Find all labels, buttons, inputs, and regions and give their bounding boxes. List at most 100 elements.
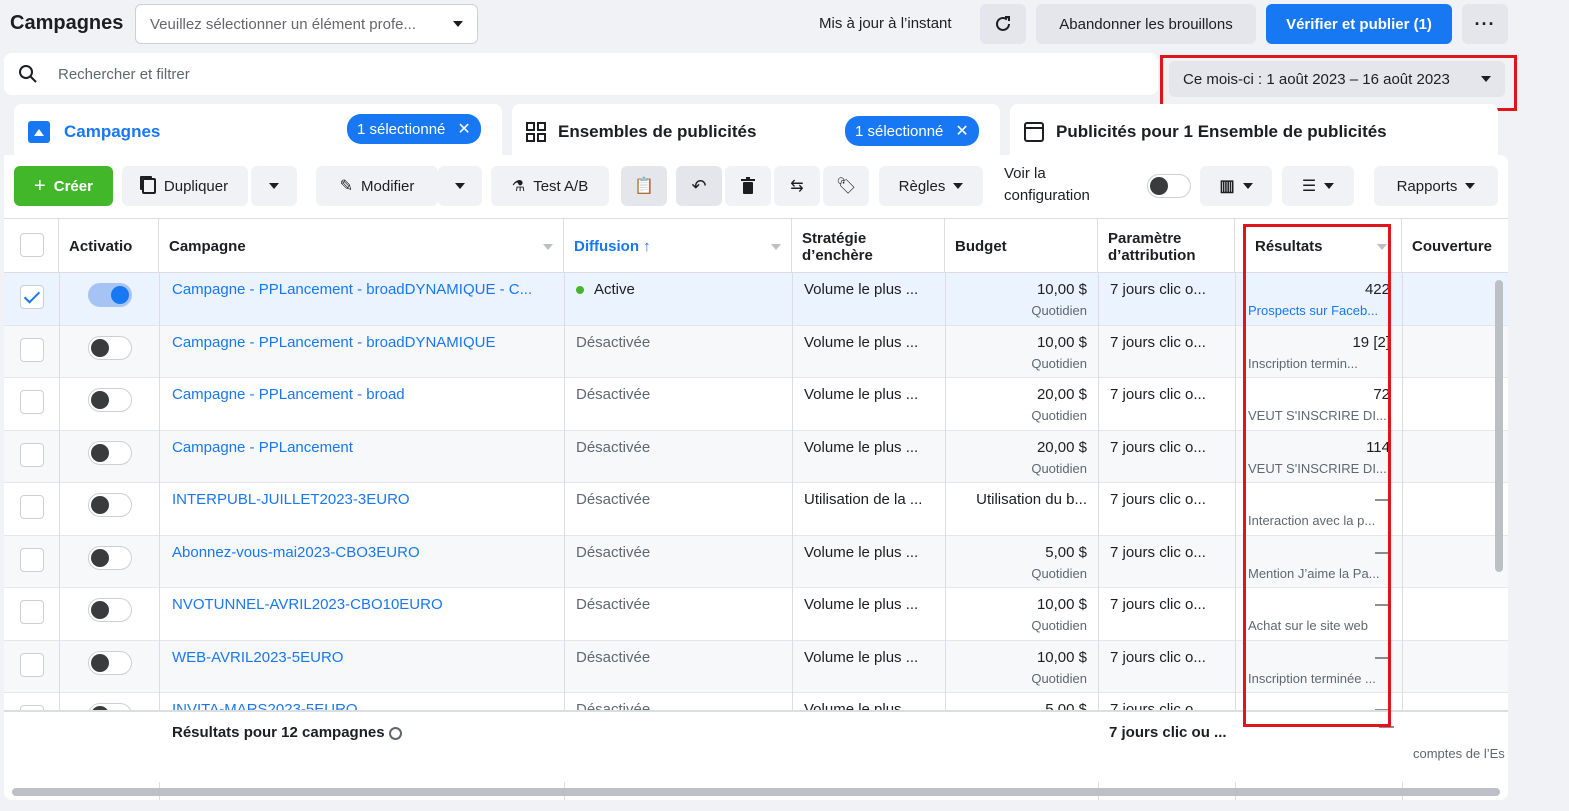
tab-ads[interactable]: Publicités pour 1 Ensemble de publicités <box>1010 104 1498 160</box>
table-row[interactable]: Campagne - PPLancement Désactivée Volume l… <box>4 430 1508 483</box>
campaign-folder-icon <box>28 121 50 143</box>
exchange-icon: ⇆ <box>790 178 804 195</box>
select-all-checkbox[interactable] <box>20 233 44 257</box>
header-results[interactable]: Résultats <box>1235 219 1402 274</box>
close-icon[interactable]: ✕ <box>955 121 968 141</box>
table-row[interactable]: INTERPUBL-JUILLET2023-3EURO Désactivée Uti… <box>4 483 1508 536</box>
date-range-picker[interactable]: Ce mois-ci : 1 août 2023 – 16 août 2023 <box>1169 61 1505 97</box>
budget-value: 20,00 $ <box>1036 438 1087 456</box>
more-options-button[interactable]: ··· <box>1462 4 1508 44</box>
table-row[interactable]: WEB-AVRIL2023-5EURO Désactivée Volume le p… <box>4 640 1508 693</box>
close-icon[interactable]: ✕ <box>457 119 470 139</box>
activation-toggle[interactable] <box>88 545 132 570</box>
result-type: Interaction avec la p... <box>1248 513 1376 528</box>
bid-strategy: Volume le plus ... <box>804 648 919 666</box>
row-checkbox[interactable] <box>20 547 44 572</box>
table-row[interactable]: Abonnez-vous-mai2023-CBO3EURO Désactivée V… <box>4 535 1508 588</box>
tab-campaigns-label: Campagnes <box>64 122 161 141</box>
duplicate-button[interactable]: Dupliquer <box>122 166 248 206</box>
summary-label: Résultats pour 12 campagnes <box>172 724 402 741</box>
row-checkbox[interactable] <box>20 285 44 309</box>
undo-button[interactable]: ↶ <box>676 166 722 206</box>
row-checkbox[interactable] <box>20 652 44 677</box>
chevron-down-icon <box>1242 183 1253 189</box>
budget-period: Quotidien <box>1031 618 1087 633</box>
header-bid-strategy[interactable]: Stratégie d’enchère <box>792 219 945 274</box>
refresh-button[interactable] <box>980 4 1026 44</box>
campaign-name-link[interactable]: Campagne - PPLancement - broad <box>162 378 562 430</box>
header-campaign[interactable]: Campagne <box>159 219 564 274</box>
export-button[interactable]: ⇆ <box>774 166 820 206</box>
results-cell: — Mention J’aime la Pa... <box>1238 536 1398 588</box>
horizontal-scrollbar[interactable] <box>12 788 1500 796</box>
header-bid-line1: Stratégie <box>802 229 867 247</box>
campaign-name-link[interactable]: Campagne - PPLancement <box>162 431 562 483</box>
rules-button[interactable]: Règles <box>879 166 983 206</box>
delivery-status: Désactivée <box>566 431 791 483</box>
table-row[interactable]: Campagne - PPLancement - broad Désactivée… <box>4 378 1508 431</box>
discard-drafts-button[interactable]: Abandonner les brouillons <box>1036 4 1256 44</box>
campaign-name-link[interactable]: WEB-AVRIL2023-5EURO <box>162 641 562 693</box>
header-attr-line2: d’attribution <box>1108 246 1196 264</box>
vertical-scrollbar[interactable] <box>1495 280 1503 572</box>
header-bid-line2: d’enchère <box>802 246 873 264</box>
budget-value: 10,00 $ <box>1036 281 1087 298</box>
selection-pill[interactable]: 1 sélectionné ✕ <box>845 116 979 146</box>
row-checkbox[interactable] <box>20 390 44 414</box>
tab-campaigns[interactable]: Campagnes 1 sélectionné ✕ <box>14 104 502 160</box>
row-checkbox[interactable] <box>20 495 44 519</box>
campaign-name-link[interactable]: NVOTUNNEL-AVRIL2023-CBO10EURO <box>162 588 562 640</box>
row-checkbox[interactable] <box>20 442 44 467</box>
budget-value: Utilisation du b... <box>976 491 1087 508</box>
activation-toggle[interactable] <box>88 283 132 307</box>
header-delivery[interactable]: Diffusion ↑ <box>564 219 792 274</box>
duplicate-menu-button[interactable] <box>251 166 297 206</box>
activation-toggle[interactable] <box>88 493 132 517</box>
header-budget[interactable]: Budget <box>945 219 1098 274</box>
budget-cell: 10,00 $ Quotidien <box>947 588 1097 640</box>
columns-button[interactable]: ▥ <box>1200 166 1272 206</box>
tab-ad-sets[interactable]: Ensembles de publicités 1 sélectionné ✕ <box>512 104 1000 160</box>
delete-button[interactable] <box>725 166 771 206</box>
tag-button[interactable]: 🏷 <box>823 166 869 206</box>
row-checkbox[interactable] <box>20 337 44 362</box>
search-input[interactable]: Rechercher et filtrer <box>58 66 190 83</box>
header-attribution[interactable]: Paramètre d’attribution <box>1098 219 1235 274</box>
table-row[interactable]: Campagne - PPLancement - broadDYNAMIQUE D… <box>4 325 1508 378</box>
results-cell: — Achat sur le site web <box>1238 588 1398 640</box>
table-row[interactable]: NVOTUNNEL-AVRIL2023-CBO10EURO Désactivée V… <box>4 588 1508 641</box>
page-title: Campagnes <box>10 12 124 34</box>
ad-icon <box>1024 122 1044 142</box>
activation-toggle[interactable] <box>88 650 132 675</box>
edit-menu-button[interactable] <box>438 166 482 206</box>
budget-cell: 20,00 $ Quotidien <box>947 378 1097 430</box>
campaign-name-link[interactable]: Campagne - PPLancement - broadDYNAMIQUE <box>162 326 562 378</box>
view-setup-toggle[interactable] <box>1147 174 1191 198</box>
delivery-status: Désactivée <box>566 483 791 535</box>
account-select[interactable]: Veuillez sélectionner un élément profe..… <box>135 4 478 44</box>
reports-button[interactable]: Rapports <box>1374 166 1498 206</box>
campaign-name-link[interactable]: INTERPUBL-JUILLET2023-3EURO <box>162 483 562 535</box>
activation-toggle[interactable] <box>88 388 132 412</box>
info-icon[interactable] <box>388 726 402 740</box>
undo-icon: ↶ <box>691 175 707 196</box>
clipboard-button[interactable]: 📋 <box>621 166 667 206</box>
edit-button[interactable]: ✎ Modifier <box>316 166 438 206</box>
activation-toggle[interactable] <box>88 440 132 465</box>
ab-test-button[interactable]: ⚗ Test A/B <box>491 166 609 206</box>
review-publish-button[interactable]: Vérifier et publier (1) <box>1266 4 1452 44</box>
selection-pill[interactable]: 1 sélectionné ✕ <box>347 114 481 144</box>
create-button[interactable]: + Créer <box>14 166 113 206</box>
header-activation[interactable]: Activatio <box>59 219 159 274</box>
campaign-name-link[interactable]: Abonnez-vous-mai2023-CBO3EURO <box>162 536 562 588</box>
breakdown-button[interactable]: ☰ <box>1282 166 1354 206</box>
activation-toggle[interactable] <box>88 335 132 360</box>
search-filter-bar[interactable]: Rechercher et filtrer <box>4 53 1158 95</box>
header-reach[interactable]: Couverture <box>1402 219 1508 274</box>
table-row[interactable]: Campagne - PPLancement - broadDYNAMIQUE … <box>4 273 1508 326</box>
delivery-label: Désactivée <box>576 386 651 403</box>
campaign-name-link[interactable]: Campagne - PPLancement - broadDYNAMIQUE … <box>162 273 562 325</box>
row-checkbox[interactable] <box>20 600 44 624</box>
activation-toggle[interactable] <box>88 598 132 622</box>
date-range-highlight: Ce mois-ci : 1 août 2023 – 16 août 2023 <box>1160 55 1517 111</box>
